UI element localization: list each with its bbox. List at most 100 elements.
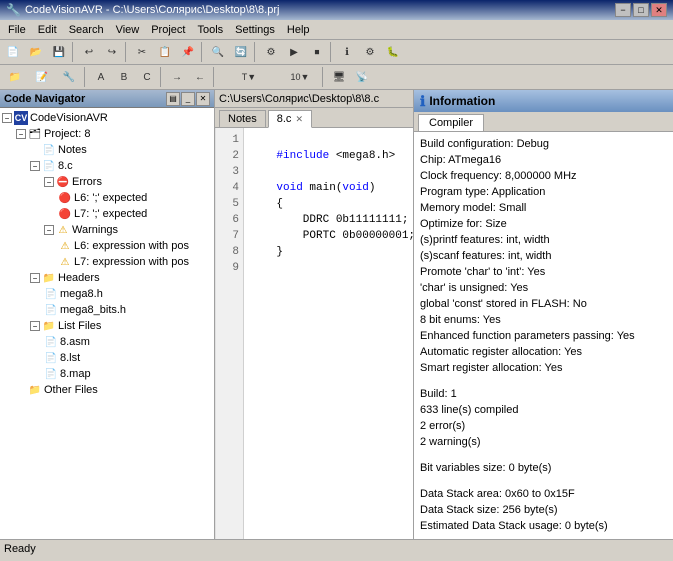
headers-icon: 📁 — [42, 271, 56, 285]
tree-warn-l7[interactable]: ⚠ L7: expression with pos — [2, 254, 212, 270]
tree-root-label: CodeVisionAVR — [30, 112, 108, 124]
new-button[interactable]: 📄 — [2, 42, 24, 62]
panel-close-btn[interactable]: ✕ — [196, 92, 210, 106]
tree-listfiles-label: List Files — [58, 320, 101, 332]
tree-warn-l6[interactable]: ⚠ L6: expression with pos — [2, 238, 212, 254]
warn-l6-icon: ⚠ — [58, 239, 72, 253]
line-num-4: 4 — [220, 180, 239, 196]
info-line-19: 2 warning(s) — [420, 434, 667, 450]
save-button[interactable]: 💾 — [48, 42, 70, 62]
tree-headers[interactable]: − 📁 Headers — [2, 270, 212, 286]
code-area[interactable]: 1 2 3 4 5 6 7 8 9 #include <mega8.h> voi… — [215, 128, 413, 539]
debug-button[interactable]: 🐛 — [382, 42, 404, 62]
tree-project[interactable]: − 🗂 Project: 8 — [2, 126, 212, 142]
tree-warnings[interactable]: − ⚠ Warnings — [2, 222, 212, 238]
info-button[interactable]: ℹ — [336, 42, 358, 62]
tb2-btn8[interactable]: ← — [189, 67, 211, 87]
tab-code-close[interactable]: ✕ — [295, 114, 303, 125]
expand-headers[interactable]: − — [30, 273, 40, 283]
compile-button[interactable]: ⚙ — [260, 42, 282, 62]
tree-8c[interactable]: − 📄 8.c — [2, 158, 212, 174]
expand-project[interactable]: − — [16, 129, 26, 139]
close-button[interactable]: ✕ — [651, 3, 667, 17]
tree-8c-label: 8.c — [58, 160, 73, 172]
tree-8map[interactable]: 📄 8.map — [2, 366, 212, 382]
menu-edit[interactable]: Edit — [32, 22, 63, 38]
tree-otherfiles[interactable]: 📁 Other Files — [2, 382, 212, 398]
line-4: void main(void) — [250, 182, 375, 194]
maximize-button[interactable]: □ — [633, 3, 649, 17]
notes-icon: 📄 — [42, 143, 56, 157]
tb2-btn6[interactable]: C — [136, 67, 158, 87]
expand-8c[interactable]: − — [30, 161, 40, 171]
tree-error-l7[interactable]: 🔴 L7: ';' expected — [2, 206, 212, 222]
tb2-btn2[interactable]: 📝 — [29, 67, 55, 87]
tb2-prog-btn[interactable]: 📡 — [351, 67, 373, 87]
menu-project[interactable]: Project — [145, 22, 191, 38]
tb2-size-btn[interactable]: 10▼ — [280, 67, 320, 87]
menu-settings[interactable]: Settings — [229, 22, 281, 38]
line-num-6: 6 — [220, 212, 239, 228]
title-bar-controls: − □ ✕ — [615, 3, 667, 17]
tree-error-l6[interactable]: 🔴 L6: ';' expected — [2, 190, 212, 206]
tab-code[interactable]: 8.c ✕ — [268, 110, 312, 128]
cut-button[interactable]: ✂ — [131, 42, 153, 62]
info-tab-compiler[interactable]: Compiler — [418, 114, 484, 131]
tree-8map-label: 8.map — [60, 368, 91, 380]
info-line-0: Build configuration: Debug — [420, 136, 667, 152]
tree-notes[interactable]: 📄 Notes — [2, 142, 212, 158]
expand-errors[interactable]: − — [44, 177, 54, 187]
panel-float-btn[interactable]: ▤ — [166, 92, 180, 106]
paste-button[interactable]: 📌 — [177, 42, 199, 62]
tree-mega8h[interactable]: 📄 mega8.h — [2, 286, 212, 302]
8map-icon: 📄 — [44, 367, 58, 381]
redo-button[interactable]: ↪ — [101, 42, 123, 62]
tree-otherfiles-label: Other Files — [44, 384, 98, 396]
code-content[interactable]: #include <mega8.h> void main(void) { DDR… — [244, 128, 413, 539]
expand-warnings[interactable]: − — [44, 225, 54, 235]
tree-error-l6-label: L6: ';' expected — [74, 192, 147, 204]
menu-tools[interactable]: Tools — [191, 22, 229, 38]
tree-8asm[interactable]: 📄 8.asm — [2, 334, 212, 350]
tb2-btn3[interactable]: 🔧 — [56, 67, 82, 87]
undo-button[interactable]: ↩ — [78, 42, 100, 62]
tb2-btn5[interactable]: B — [113, 67, 135, 87]
tb2-btn7[interactable]: → — [166, 67, 188, 87]
line-5: { — [250, 198, 283, 210]
tab-code-label: 8.c — [277, 113, 292, 125]
tb2-font-btn[interactable]: T▼ — [219, 67, 279, 87]
line-num-7: 7 — [220, 228, 239, 244]
menu-search[interactable]: Search — [63, 22, 110, 38]
line-8: } — [250, 246, 283, 258]
menu-view[interactable]: View — [110, 22, 146, 38]
tree-8lst-label: 8.lst — [60, 352, 80, 364]
tree-8lst[interactable]: 📄 8.lst — [2, 350, 212, 366]
panel-min-btn[interactable]: _ — [181, 92, 195, 106]
info-line-13: Automatic register allocation: Yes — [420, 344, 667, 360]
tree-listfiles[interactable]: − 📁 List Files — [2, 318, 212, 334]
search-button[interactable]: 🔍 — [207, 42, 229, 62]
tab-notes[interactable]: Notes — [219, 110, 266, 127]
info-line-1: Chip: ATmega16 — [420, 152, 667, 168]
error-l7-icon: 🔴 — [58, 207, 72, 221]
open-button[interactable]: 📂 — [25, 42, 47, 62]
expand-root[interactable]: − — [2, 113, 12, 123]
settings-button[interactable]: ⚙ — [359, 42, 381, 62]
expand-listfiles[interactable]: − — [30, 321, 40, 331]
menu-file[interactable]: File — [2, 22, 32, 38]
tree-errors[interactable]: − ⛔ Errors — [2, 174, 212, 190]
tb2-btn1[interactable]: 📁 — [2, 67, 28, 87]
line-num-3: 3 — [220, 164, 239, 180]
build-button[interactable]: ▶ — [283, 42, 305, 62]
replace-button[interactable]: 🔄 — [230, 42, 252, 62]
minimize-button[interactable]: − — [615, 3, 631, 17]
tb2-btn4[interactable]: A — [90, 67, 112, 87]
tree-root[interactable]: − CV CodeVisionAVR — [2, 110, 212, 126]
menu-help[interactable]: Help — [281, 22, 316, 38]
stop-button[interactable]: ⏹ — [306, 42, 328, 62]
file-8c-icon: 📄 — [42, 159, 56, 173]
tb2-chip-btn[interactable]: 🖥 — [328, 67, 350, 87]
tree-mega8bitsh[interactable]: 📄 mega8_bits.h — [2, 302, 212, 318]
sep-6 — [84, 67, 88, 87]
copy-button[interactable]: 📋 — [154, 42, 176, 62]
